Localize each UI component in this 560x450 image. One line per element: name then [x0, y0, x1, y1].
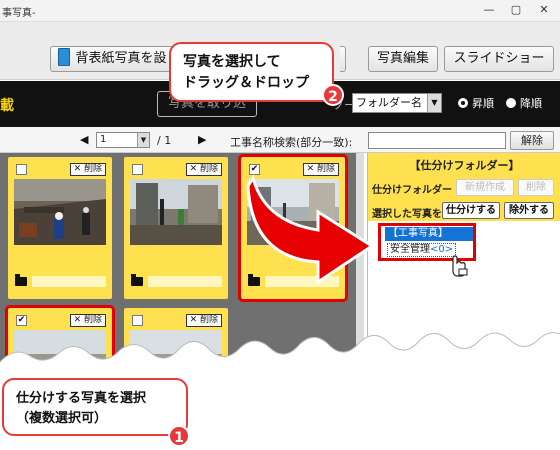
construction-photo	[130, 179, 222, 245]
radio-dot	[458, 98, 468, 108]
drag-drop-callout-text: 写真を選択して ドラッグ＆ドロップ	[183, 54, 309, 91]
prev-page-button[interactable]: ◀	[80, 133, 88, 146]
panel-header: 【仕分けフォルダー】 仕分けフォルダー 新規作成 削除	[368, 153, 560, 201]
chevron-down-icon: ▼	[137, 133, 149, 147]
construction-photo	[14, 179, 106, 245]
page-select[interactable]: 1 ▼	[96, 132, 150, 148]
card-checkbox[interactable]	[16, 164, 27, 175]
tree-root-folder[interactable]: 【工事写真】<17>	[385, 227, 473, 253]
construction-photo	[247, 179, 339, 245]
cover-photo-button-edge[interactable]	[340, 46, 346, 72]
search-label: 工事名称検索(部分一致):	[230, 136, 353, 149]
folder-icon	[248, 274, 260, 286]
folder-label: 仕分けフォルダー	[372, 185, 452, 196]
tree-root-name: 工事写真	[398, 228, 438, 239]
folder-icon	[15, 274, 27, 286]
scrollbar[interactable]	[356, 153, 364, 450]
delete-button[interactable]: ✕ 削除	[69, 314, 106, 327]
minimize-icon[interactable]: —	[480, 2, 498, 18]
exclude-button[interactable]: 除外する	[504, 202, 554, 219]
asc-label: 昇順	[472, 97, 494, 110]
sort-button[interactable]: 仕分けする	[442, 202, 500, 219]
cover-photo-button[interactable]: 背表紙写真を設	[50, 46, 175, 72]
title-bar: 事写真- — ▢ ✕	[0, 0, 560, 22]
edit-photo-button[interactable]: 写真編集	[368, 46, 438, 72]
sort-select[interactable]: フォルダー名 ▼	[352, 93, 442, 113]
cover-photo-label: 背表紙写真を設	[75, 51, 167, 66]
left-mark: 載	[0, 98, 14, 114]
photo-card[interactable]: ✕ 削除	[124, 157, 228, 299]
tree-child-folder[interactable]: 安全管理<0>	[387, 243, 457, 257]
maximize-icon[interactable]: ▢	[507, 2, 525, 18]
empty-card-slot	[241, 308, 345, 450]
card-checkbox[interactable]	[132, 164, 143, 175]
sort-select-value: フォルダー名	[356, 96, 422, 109]
select-photo-callout: 仕分けする写真を選択 （複数選択可）	[2, 378, 188, 436]
window-title: 事写真-	[2, 8, 36, 19]
next-page-button[interactable]: ▶	[198, 133, 206, 146]
panel-action-row: 選択した写真を 仕分けする 除外する	[368, 201, 560, 221]
radio-dot	[506, 98, 516, 108]
page-total: / 1	[157, 134, 172, 147]
card-checkbox[interactable]: ✔	[16, 315, 27, 326]
pager-bar: ◀ 1 ▼ / 1 ▶ 工事名称検索(部分一致): 解除	[0, 127, 560, 153]
panel-title: 【仕分けフォルダー】	[409, 159, 520, 172]
clear-button[interactable]: 解除	[510, 131, 554, 150]
folder-name	[32, 276, 106, 287]
slideshow-button[interactable]: スライドショー	[444, 46, 554, 72]
select-photo-callout-text: 仕分けする写真を選択 （複数選択可）	[16, 391, 147, 426]
step-2-badge: 2	[322, 84, 344, 106]
desc-label: 降順	[520, 97, 542, 110]
delete-folder-button[interactable]: 削除	[518, 179, 554, 196]
sort-folder-panel: 【仕分けフォルダー】 仕分けフォルダー 新規作成 削除 選択した写真を 仕分けす…	[367, 153, 560, 450]
search-input[interactable]	[368, 132, 506, 149]
folder-name	[148, 276, 222, 287]
asc-radio[interactable]: 昇順	[458, 95, 494, 111]
photo-card-selected[interactable]: ✔ ✕ 削除	[238, 154, 348, 302]
delete-button[interactable]: ✕ 削除	[185, 314, 222, 327]
folder-icon	[131, 274, 143, 286]
desc-radio[interactable]: 降順	[506, 95, 542, 111]
drag-drop-callout: 写真を選択して ドラッグ＆ドロップ	[169, 42, 334, 102]
folder-name	[265, 276, 339, 287]
selected-photo-label: 選択した写真を	[372, 209, 442, 220]
card-checkbox[interactable]: ✔	[249, 164, 260, 175]
card-checkbox[interactable]	[132, 315, 143, 326]
step-1-badge: 1	[168, 425, 190, 447]
chevron-down-icon: ▼	[427, 94, 441, 112]
new-folder-button[interactable]: 新規作成	[456, 179, 514, 196]
tree-child-name: 安全管理	[390, 244, 430, 255]
delete-button[interactable]: ✕ 削除	[185, 163, 222, 176]
delete-button[interactable]: ✕ 削除	[302, 163, 339, 176]
book-icon	[58, 48, 71, 66]
drag-cursor-icon	[452, 255, 468, 277]
photo-card[interactable]: ✕ 削除	[8, 157, 112, 299]
page-select-value: 1	[100, 134, 107, 145]
delete-button[interactable]: ✕ 削除	[69, 163, 106, 176]
close-icon[interactable]: ✕	[535, 2, 553, 18]
